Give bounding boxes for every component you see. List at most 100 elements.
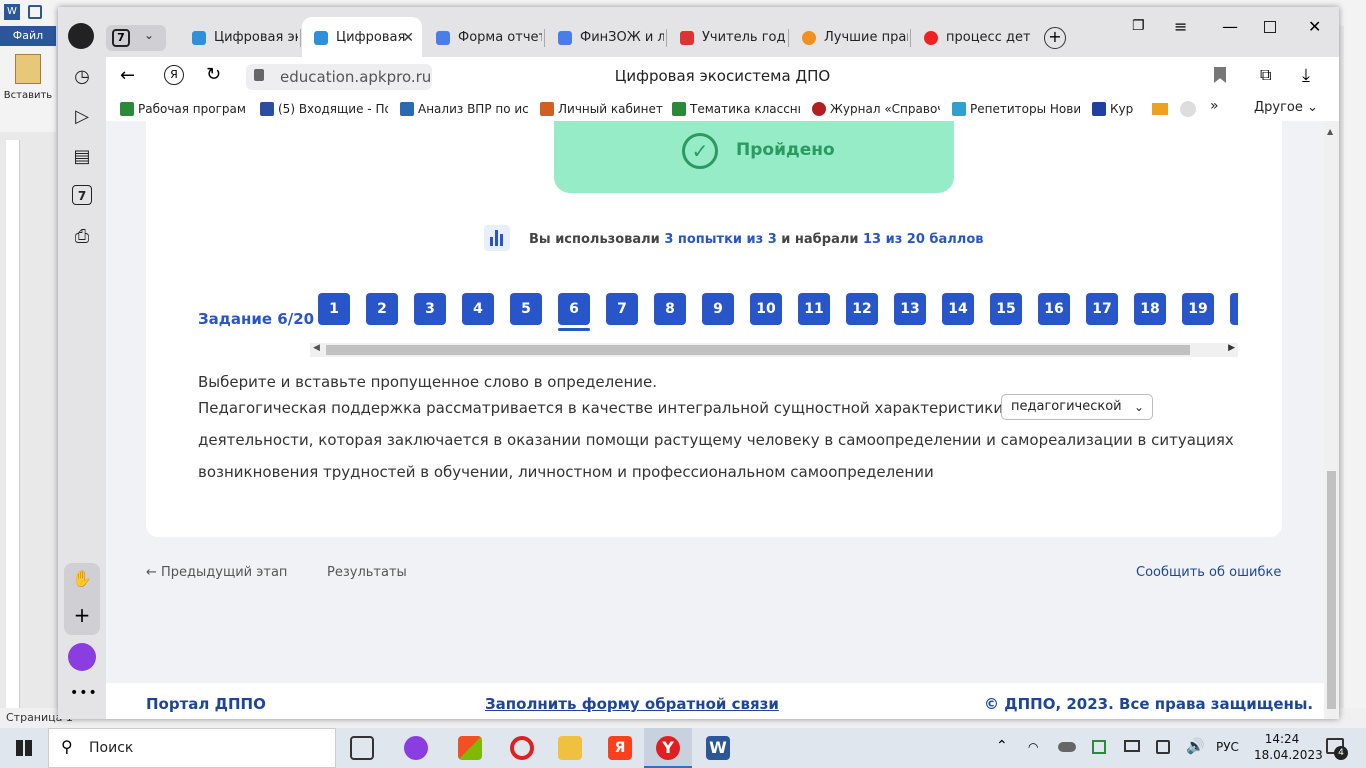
collections-icon[interactable]: ❐ [1132, 18, 1145, 34]
save-icon[interactable] [28, 5, 42, 19]
question-button[interactable]: 16 [1038, 293, 1070, 325]
word-taskbar-icon[interactable]: W [706, 736, 730, 760]
answer-select[interactable]: педагогической ⌄ [1001, 394, 1153, 420]
add-icon[interactable]: + [72, 605, 92, 625]
hand-icon[interactable]: ✋ [72, 569, 92, 589]
minimize-icon[interactable]: — [1222, 17, 1238, 36]
alice-icon[interactable] [68, 643, 96, 671]
scroll-left-icon[interactable]: ◀ [313, 343, 320, 353]
tab-2-active[interactable]: Цифровая ✕ [302, 17, 422, 57]
question-button[interactable]: 10 [750, 293, 782, 325]
lock-icon[interactable] [254, 69, 264, 81]
app-tray-icon[interactable] [1092, 740, 1106, 754]
network-icon[interactable] [1156, 740, 1170, 754]
question-button[interactable]: 8 [654, 293, 686, 325]
explorer-icon[interactable] [558, 736, 582, 760]
scroll-up-icon[interactable]: ▲ [1327, 127, 1333, 136]
bookmark-item[interactable]: Кур [1092, 101, 1134, 119]
bookmark-item[interactable]: Личный кабинет [540, 101, 664, 119]
wifi-icon[interactable]: ◠ [1028, 740, 1038, 754]
question-button[interactable]: 3 [414, 293, 446, 325]
yandex-browser-icon[interactable]: Y [656, 736, 680, 760]
task-view-icon[interactable] [350, 736, 374, 760]
taskbar-search[interactable]: ⚲ Поиск [48, 728, 336, 768]
question-button[interactable]: 17 [1086, 293, 1118, 325]
bookmark-item[interactable]: Журнал «Справоч [812, 101, 940, 119]
language-indicator[interactable]: РУС [1216, 740, 1239, 754]
tab-counter-button[interactable]: 7 ⌄ [106, 25, 166, 51]
question-button[interactable]: 15 [990, 293, 1022, 325]
report-error-link[interactable]: Сообщить об ошибке [1136, 565, 1281, 580]
footer-portal-link[interactable]: Портал ДППО [146, 695, 266, 713]
mail-icon[interactable] [1152, 103, 1168, 115]
yandex-taskbar-icon[interactable]: Я [608, 736, 632, 760]
toy-icon[interactable] [1180, 101, 1196, 117]
tab-5[interactable]: Учитель года [668, 17, 786, 57]
bookmark-item[interactable]: Репетиторы Нови [952, 101, 1080, 119]
question-button[interactable]: 19 [1182, 293, 1214, 325]
results-link[interactable]: Результаты [327, 565, 407, 580]
yandex-icon[interactable]: Я [164, 65, 184, 85]
clock[interactable]: 14:24 18.04.2023 [1254, 731, 1323, 763]
question-button[interactable]: 6 [558, 293, 590, 325]
word-scrollbar[interactable] [1344, 26, 1366, 708]
question-button[interactable]: 12 [846, 293, 878, 325]
new-tab-icon[interactable]: + [1044, 27, 1066, 49]
opera-icon[interactable] [510, 736, 534, 760]
question-button[interactable]: 13 [894, 293, 926, 325]
more-icon[interactable]: ••• [70, 685, 98, 701]
reload-icon[interactable]: ↻ [206, 64, 221, 85]
alice-taskbar-icon[interactable] [404, 736, 428, 760]
bookmark-item[interactable]: Тематика классны [672, 101, 800, 119]
tab-7[interactable]: процесс дете [912, 17, 1030, 57]
browser-logo-icon[interactable] [68, 23, 94, 49]
bookmark-item[interactable]: Анализ ВПР по ис [400, 101, 528, 119]
question-button[interactable]: 1 [318, 293, 350, 325]
screenshot-icon[interactable]: ⎙ [70, 225, 94, 249]
word-file-menu[interactable]: Файл [0, 26, 56, 46]
battery-icon[interactable] [1124, 740, 1140, 752]
tab-1[interactable]: Цифровая эк [180, 17, 298, 57]
other-bookmarks[interactable]: Другое ⌄ [1254, 100, 1318, 115]
question-button[interactable]: 5 [510, 293, 542, 325]
download-icon[interactable]: ⤓ [1302, 65, 1310, 86]
question-button[interactable]: 2 [366, 293, 398, 325]
cards-icon[interactable]: ▤ [70, 145, 94, 169]
windows-start-icon[interactable] [16, 740, 32, 756]
bookmarks-more[interactable]: » [1210, 98, 1219, 114]
question-button[interactable]: 7 [606, 293, 638, 325]
question-button[interactable]: 11 [798, 293, 830, 325]
prev-stage-link[interactable]: ← Предыдущий этап [146, 565, 287, 580]
question-nav-scrollbar[interactable]: ◀ ▶ [310, 343, 1238, 357]
close-tab-icon[interactable]: ✕ [402, 17, 414, 57]
extensions-icon[interactable]: ⧉ [1260, 65, 1271, 85]
scroll-right-icon[interactable]: ▶ [1228, 343, 1235, 353]
tray-chevron-icon[interactable]: ⌃ [996, 738, 1008, 754]
history-icon[interactable]: ◷ [70, 65, 94, 89]
page-scrollbar[interactable]: ▲ [1324, 121, 1339, 719]
tab-3[interactable]: Форма отчет [424, 17, 542, 57]
question-button[interactable]: 18 [1134, 293, 1166, 325]
question-button[interactable]: 14 [942, 293, 974, 325]
tab-4[interactable]: ФинЗОЖ и л [546, 17, 664, 57]
tabs-count-icon[interactable]: 7 [72, 185, 92, 205]
question-button[interactable]: 4 [462, 293, 494, 325]
cloud-icon[interactable] [1058, 742, 1076, 752]
url-field[interactable]: education.apkpro.ru [246, 64, 432, 90]
question-button[interactable]: 9 [702, 293, 734, 325]
scrollbar-thumb[interactable] [326, 345, 1190, 355]
close-window-icon[interactable]: ✕ [1308, 17, 1321, 36]
menu-icon[interactable]: ≡ [1174, 17, 1187, 36]
volume-icon[interactable]: 🔊 [1186, 737, 1205, 755]
bookmark-item[interactable]: Рабочая програм [120, 101, 248, 119]
back-icon[interactable]: ← [120, 65, 135, 86]
page-scrollbar-thumb[interactable] [1327, 471, 1336, 709]
bookmark-item[interactable]: (5) Входящие - По [260, 101, 388, 119]
footer-feedback-link[interactable]: Заполнить форму обратной связи [485, 695, 779, 713]
store-icon[interactable] [458, 736, 482, 760]
question-button-partial[interactable] [1230, 293, 1238, 325]
tab-6[interactable]: Лучшие прак [790, 17, 908, 57]
bookmark-icon[interactable] [1214, 67, 1226, 83]
play-icon[interactable]: ▷ [70, 105, 94, 129]
maximize-icon[interactable] [1264, 21, 1276, 33]
